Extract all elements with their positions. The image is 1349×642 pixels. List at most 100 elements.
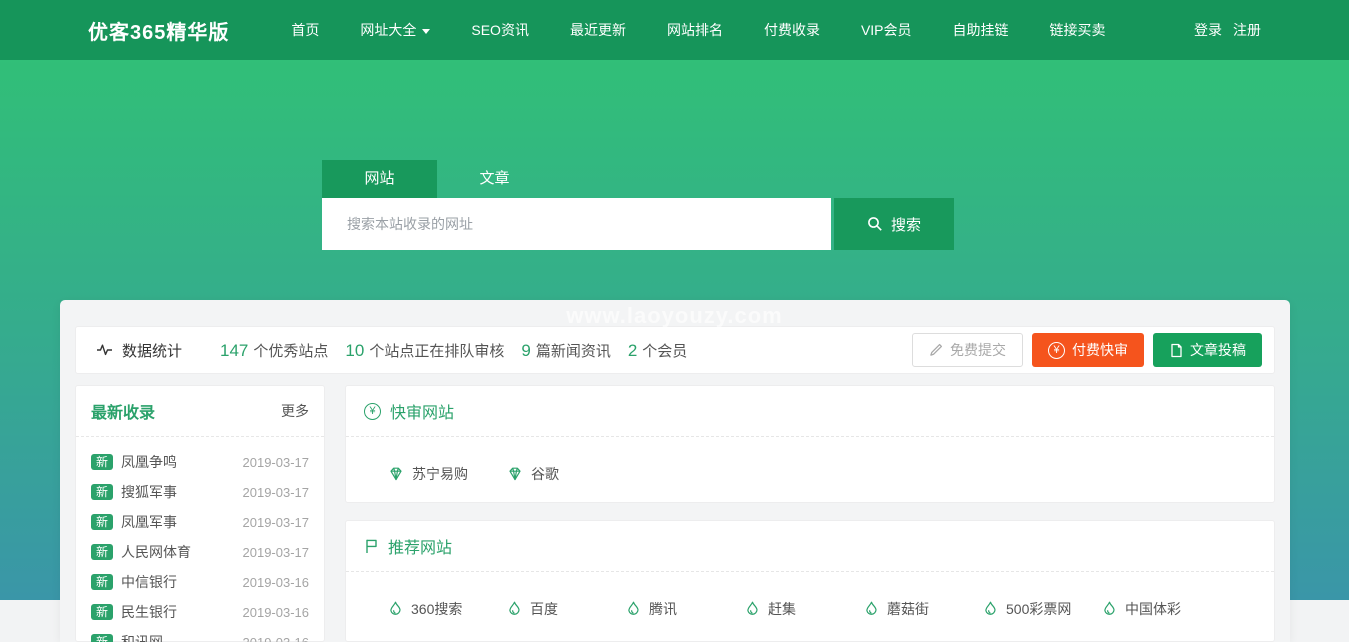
- paid-review-button[interactable]: ¥ 付费快审: [1032, 333, 1144, 367]
- nav-item-label: 付费收录: [764, 20, 820, 40]
- flame-icon: [1102, 601, 1117, 617]
- site-link[interactable]: 360搜索: [388, 599, 507, 619]
- recommended-panel: 推荐网站 360搜索: [345, 520, 1275, 642]
- gem-icon: [388, 466, 404, 482]
- list-item[interactable]: 新 人民网体育 2019-03-17: [91, 537, 309, 567]
- yen-circle-icon: ¥: [1048, 342, 1065, 359]
- site-link-label: 蘑菇街: [887, 599, 929, 619]
- nav-item-label: 首页: [291, 20, 319, 40]
- stats-title: 数据统计: [122, 340, 182, 361]
- list-item[interactable]: 新 和讯网 2019-03-16: [91, 627, 309, 642]
- search-input[interactable]: [322, 198, 831, 250]
- list-item[interactable]: 新 中信银行 2019-03-16: [91, 567, 309, 597]
- list-item[interactable]: 新 搜狐军事 2019-03-17: [91, 477, 309, 507]
- stat-unit: 个优秀站点: [253, 343, 328, 360]
- caret-down-icon: [422, 29, 430, 34]
- auth-links: 登录 注册: [1194, 20, 1261, 40]
- stat-value: 9: [521, 341, 530, 360]
- nav-item[interactable]: 最近更新: [570, 20, 626, 40]
- flag-icon: [364, 538, 379, 554]
- site-name: 搜狐军事: [121, 482, 242, 502]
- pencil-icon: [929, 343, 943, 357]
- free-submit-button[interactable]: 免费提交: [912, 333, 1023, 367]
- nav-item[interactable]: SEO资讯: [471, 20, 529, 40]
- new-badge: 新: [91, 604, 113, 620]
- new-badge: 新: [91, 454, 113, 470]
- site-link[interactable]: 赶集: [745, 599, 864, 619]
- recommended-title: 推荐网站: [388, 534, 452, 558]
- list-item[interactable]: 新 凤凰争鸣 2019-03-17: [91, 447, 309, 477]
- nav-item-label: 链接买卖: [1050, 20, 1106, 40]
- site-name: 凤凰争鸣: [121, 452, 242, 472]
- stat-item: 9篇新闻资讯: [521, 340, 610, 361]
- site-name: 凤凰军事: [121, 512, 242, 532]
- site-logo: 优客365精华版: [88, 16, 229, 45]
- fast-review-header: ¥ 快审网站: [346, 386, 1274, 437]
- site-date: 2019-03-16: [243, 575, 310, 590]
- site-link[interactable]: 苏宁易购: [388, 464, 507, 484]
- nav-item[interactable]: 链接买卖: [1050, 20, 1106, 40]
- free-submit-label: 免费提交: [950, 340, 1006, 360]
- nav-item[interactable]: 自助挂链: [953, 20, 1009, 40]
- recommended-header: 推荐网站: [346, 521, 1274, 572]
- site-date: 2019-03-17: [243, 455, 310, 470]
- new-badge: 新: [91, 514, 113, 530]
- navbar: 优客365精华版 首页 网址大全 SEO资讯 最近更新 网站: [0, 0, 1349, 60]
- nav-menu: 首页 网址大全 SEO资讯 最近更新 网站排名: [291, 20, 1105, 40]
- search-tabs: 网站 文章: [322, 160, 954, 198]
- site-link[interactable]: 蘑菇街: [864, 599, 983, 619]
- recommended-list: 360搜索 百度: [346, 572, 1274, 619]
- nav-item[interactable]: 网站排名: [667, 20, 723, 40]
- site-link[interactable]: 中国体彩: [1102, 599, 1221, 619]
- search-icon: [867, 216, 883, 232]
- search-button-label: 搜索: [891, 214, 921, 235]
- nav-item[interactable]: 首页: [291, 20, 319, 40]
- search-tab-label: 文章: [479, 170, 509, 187]
- search-module: 网站 文章 搜索: [322, 160, 954, 250]
- new-badge: 新: [91, 634, 113, 642]
- stat-unit: 个会员: [642, 343, 687, 360]
- list-item[interactable]: 新 凤凰军事 2019-03-17: [91, 507, 309, 537]
- nav-item[interactable]: 网址大全: [360, 20, 430, 40]
- login-link[interactable]: 登录: [1194, 20, 1222, 40]
- search-tab[interactable]: 网站: [322, 160, 437, 198]
- stat-value: 10: [345, 341, 364, 360]
- site-link[interactable]: 腾讯: [626, 599, 745, 619]
- site-date: 2019-03-17: [243, 485, 310, 500]
- stat-item: 2 个会员: [628, 340, 687, 361]
- article-submit-button[interactable]: 文章投稿: [1153, 333, 1262, 367]
- register-link[interactable]: 注册: [1233, 20, 1261, 40]
- yen-circle-icon: ¥: [364, 403, 381, 420]
- site-name: 中信银行: [121, 572, 242, 592]
- nav-item-label: SEO资讯: [471, 20, 529, 40]
- site-link[interactable]: 谷歌: [507, 464, 626, 484]
- fast-review-panel: ¥ 快审网站 苏宁易购: [345, 385, 1275, 503]
- gem-icon: [507, 466, 523, 482]
- nav-item[interactable]: 付费收录: [764, 20, 820, 40]
- site-date: 2019-03-16: [243, 635, 310, 642]
- nav-item[interactable]: VIP会员: [861, 20, 912, 40]
- site-name: 和讯网: [121, 632, 242, 642]
- site-link-label: 中国体彩: [1125, 599, 1181, 619]
- stats-bar: 数据统计 147个优秀站点 10个站点正在排队审核 9篇新闻资讯 2个会员 免费…: [75, 326, 1275, 374]
- site-date: 2019-03-17: [243, 515, 310, 530]
- new-badge: 新: [91, 544, 113, 560]
- flame-icon: [864, 601, 879, 617]
- more-link[interactable]: 更多: [281, 401, 309, 421]
- stat-item: 10个站点正在排队审核: [345, 340, 504, 361]
- site-link[interactable]: 500彩票网: [983, 599, 1102, 619]
- document-icon: [1169, 343, 1183, 358]
- site-link-label: 赶集: [768, 599, 796, 619]
- stat-value: 2: [628, 341, 637, 360]
- site-link-label: 谷歌: [531, 464, 559, 484]
- search-tab[interactable]: 文章: [437, 160, 552, 198]
- fast-review-list: 苏宁易购 谷歌: [346, 437, 1274, 484]
- site-link[interactable]: 百度: [507, 599, 626, 619]
- latest-listings-title: 最新收录: [91, 399, 155, 423]
- list-item[interactable]: 新 民生银行 2019-03-16: [91, 597, 309, 627]
- search-tab-label: 网站: [364, 170, 394, 187]
- paid-review-label: 付费快审: [1072, 340, 1128, 360]
- new-badge: 新: [91, 574, 113, 590]
- flame-icon: [983, 601, 998, 617]
- search-button[interactable]: 搜索: [834, 198, 954, 250]
